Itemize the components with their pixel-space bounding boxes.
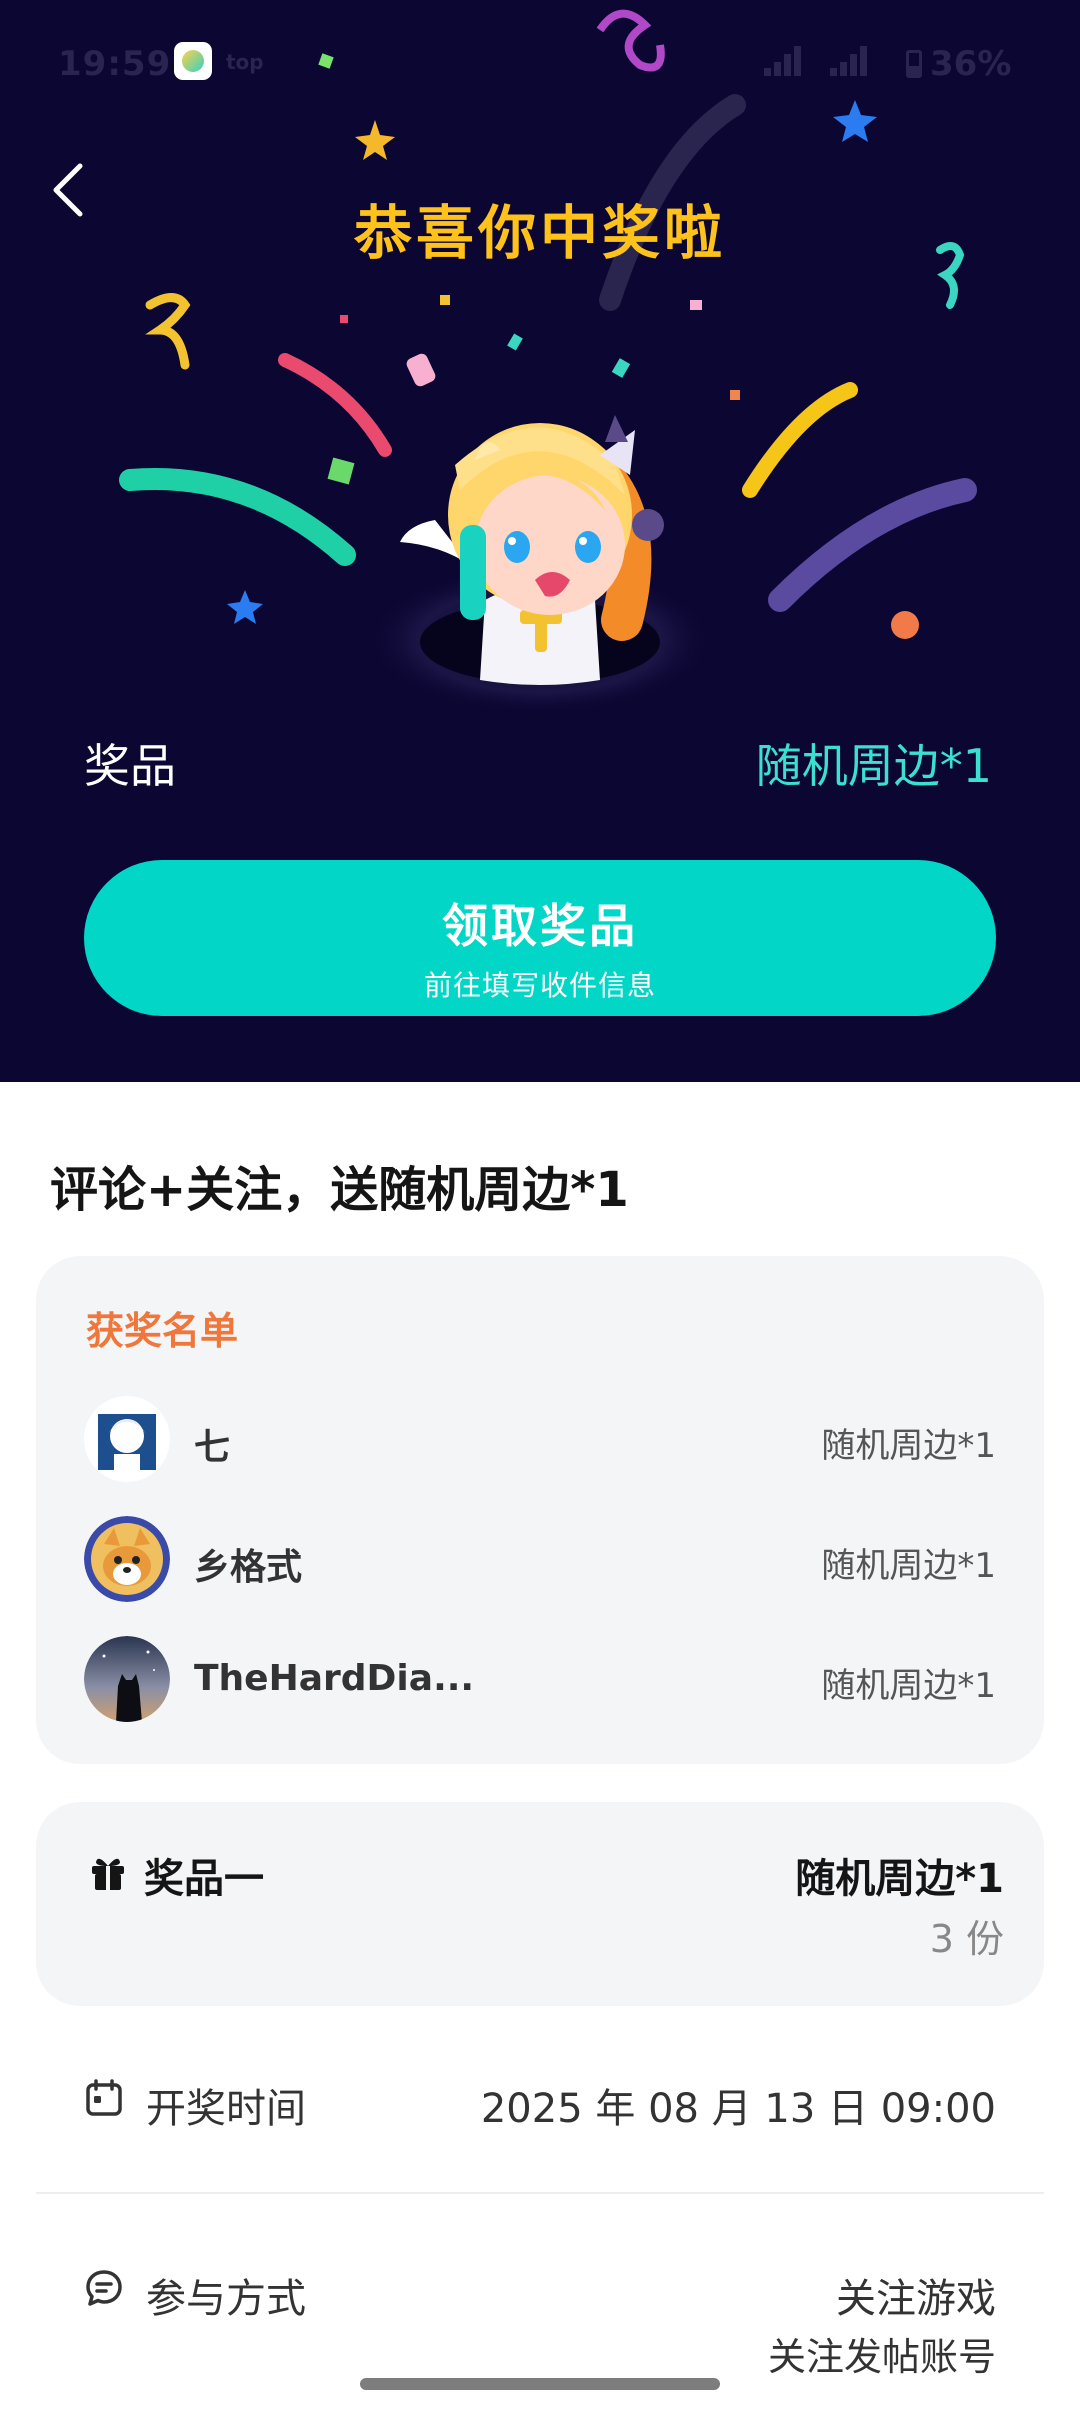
winner-row[interactable]: 七 随机周边*1: [84, 1396, 996, 1486]
prize-item-label: 奖品一: [144, 1856, 264, 1902]
battery-indicator: 36%: [906, 44, 1011, 84]
home-indicator[interactable]: [360, 2378, 720, 2390]
gift-icon: [92, 1858, 124, 1890]
winners-card: 获奖名单 七 随机周边*1 乡格式 随机周边*1 TheHardDia... 随…: [36, 1256, 1044, 1764]
status-time: 19:59: [58, 44, 172, 84]
prize-detail-card: 奖品一 随机周边*1 3 份: [36, 1802, 1044, 2006]
battery-percent: 36%: [930, 44, 1012, 84]
claim-button-subtitle: 前往填写收件信息: [423, 969, 656, 1002]
draw-time-row: 开奖时间 2025 年 08 月 13 日 09:00: [84, 2064, 996, 2134]
draw-time-value: 2025 年 08 月 13 日 09:00: [480, 2086, 996, 2132]
participation-method-1: 关注游戏: [836, 2276, 996, 2322]
mascot-illustration: [360, 370, 720, 730]
divider: [36, 2192, 1044, 2194]
prize-value: 随机周边*1: [755, 739, 992, 793]
claim-button-title: 领取奖品: [442, 899, 638, 953]
avatar[interactable]: [84, 1636, 170, 1722]
winner-row[interactable]: TheHardDia... 随机周边*1: [84, 1636, 996, 1726]
calendar-icon: [86, 2079, 122, 2116]
prize-label: 奖品: [84, 739, 176, 793]
battery-icon: [906, 50, 922, 78]
claim-prize-button[interactable]: 领取奖品 前往填写收件信息: [84, 860, 996, 1016]
winner-name: 乡格式: [194, 1547, 303, 1588]
winner-name: 七: [194, 1427, 231, 1468]
status-extra-text: top: [226, 50, 264, 74]
page-title: 恭喜你中奖啦: [353, 199, 726, 267]
activity-title: 评论+关注，送随机周边*1: [50, 1162, 629, 1218]
winner-row[interactable]: 乡格式 随机周边*1: [84, 1516, 996, 1606]
winner-prize: 随机周边*1: [821, 1546, 996, 1586]
avatar[interactable]: [84, 1516, 170, 1602]
prize-item-count: 3 份: [929, 1917, 1004, 1961]
participation-method-2: 关注发帖账号: [767, 2335, 996, 2379]
chat-bubble-icon: [86, 2270, 122, 2306]
status-bar: 19:59 top 36%: [0, 0, 1080, 120]
celebration-header: 19:59 top 36% 恭喜你中奖啦 奖品 随机周边*1 领取奖品 前往填写…: [0, 0, 1080, 1082]
signal-icon: [758, 40, 888, 85]
winner-name: TheHardDia...: [194, 1658, 475, 1699]
winner-prize: 随机周边*1: [821, 1426, 996, 1466]
winner-prize: 随机周边*1: [821, 1666, 996, 1706]
avatar[interactable]: [84, 1396, 170, 1482]
participation-label: 参与方式: [146, 2276, 306, 2322]
participation-row: 参与方式 关注游戏: [84, 2254, 996, 2324]
app-notification-icon: [174, 42, 212, 80]
prize-item-value: 随机周边*1: [795, 1856, 1004, 1902]
draw-time-label: 开奖时间: [146, 2086, 306, 2132]
winners-heading: 获奖名单: [86, 1309, 239, 1353]
